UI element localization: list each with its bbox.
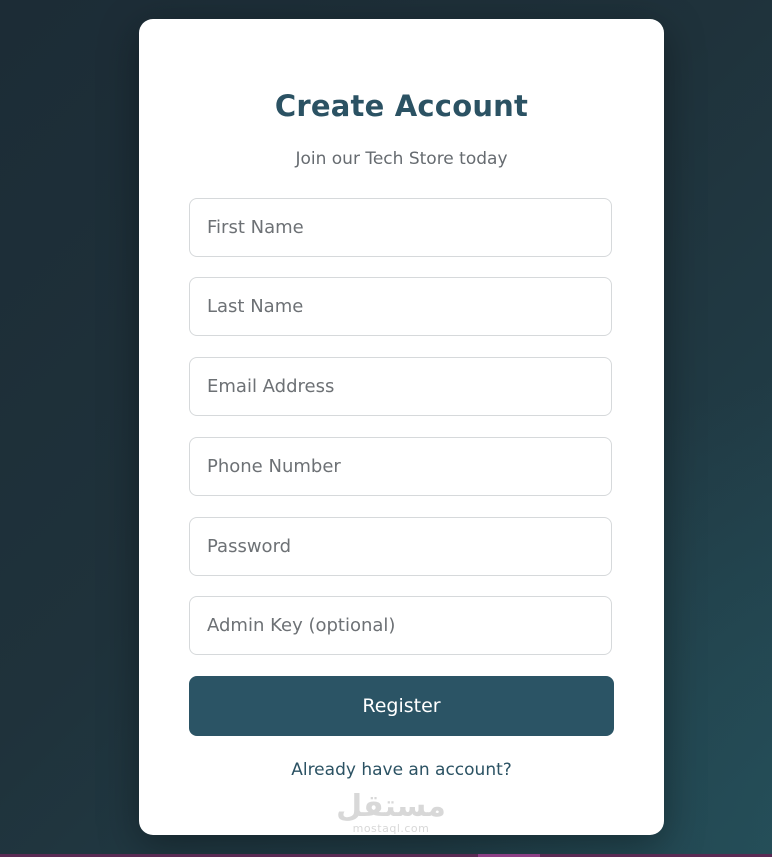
page-title: Create Account bbox=[274, 89, 529, 123]
register-button[interactable]: Register bbox=[189, 676, 614, 736]
password-input[interactable] bbox=[189, 517, 612, 576]
admin-key-input[interactable] bbox=[189, 596, 612, 655]
page-subtitle: Join our Tech Store today bbox=[295, 149, 508, 169]
register-card: Create Account Join our Tech Store today… bbox=[139, 19, 664, 835]
last-name-input[interactable] bbox=[189, 277, 612, 336]
email-input[interactable] bbox=[189, 357, 612, 416]
login-link[interactable]: Already have an account? bbox=[139, 760, 664, 780]
watermark-latin: mostaql.com bbox=[352, 822, 430, 835]
watermark-logo: مستقل mostaql.com bbox=[331, 791, 451, 835]
watermark-arabic: مستقل bbox=[336, 789, 446, 824]
first-name-input[interactable] bbox=[189, 198, 612, 257]
phone-input[interactable] bbox=[189, 437, 612, 496]
